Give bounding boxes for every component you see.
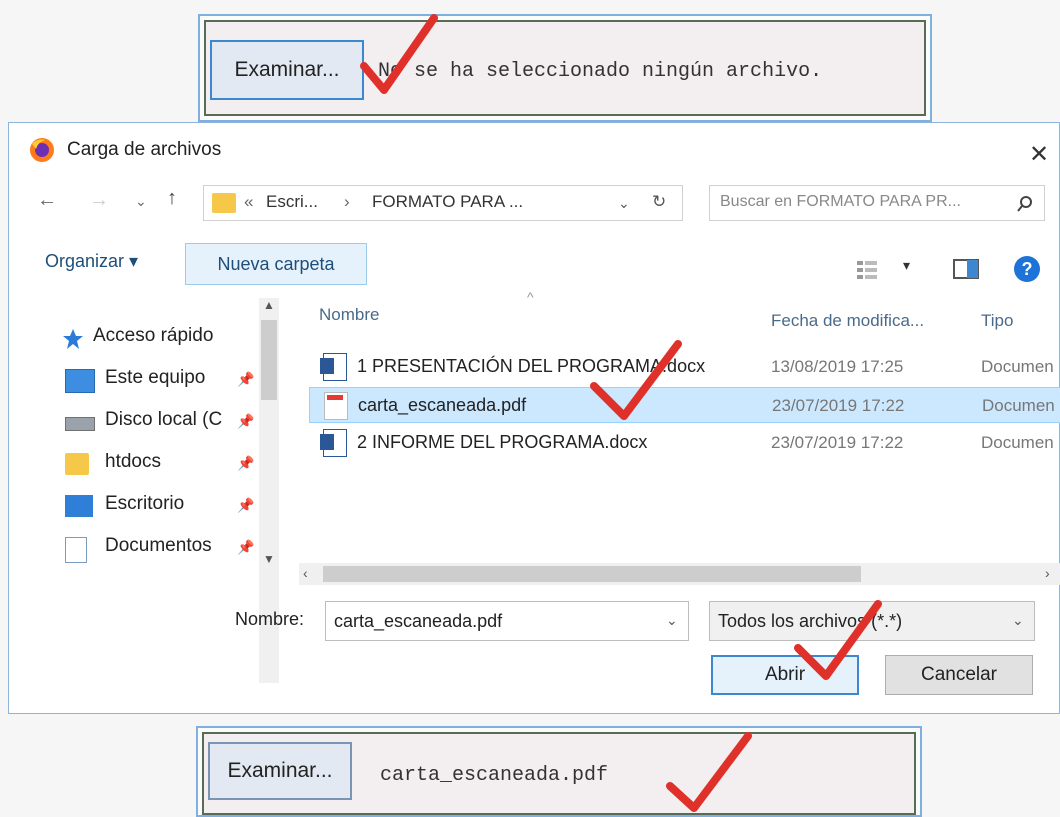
- search-placeholder: Buscar en FORMATO PARA PR...: [720, 193, 961, 210]
- breadcrumb-formato[interactable]: FORMATO PARA ...: [372, 192, 523, 212]
- column-header-type[interactable]: Tipo: [981, 311, 1013, 331]
- address-prefix: «: [244, 192, 254, 211]
- column-header-name[interactable]: Nombre: [319, 305, 379, 325]
- word-icon: [320, 353, 347, 381]
- star-icon: [63, 329, 83, 349]
- file-type-filter[interactable]: Todos los archivos (*.*) ⌄: [709, 601, 1035, 641]
- svg-text:?: ?: [1022, 259, 1033, 279]
- cancel-button[interactable]: Cancelar: [885, 655, 1033, 695]
- pdf-icon: [324, 392, 348, 420]
- filename-dropdown-icon[interactable]: ⌄: [666, 612, 678, 629]
- back-arrow-icon[interactable]: ←: [37, 189, 57, 212]
- sidebar-label-documents: Documentos: [105, 535, 212, 556]
- file-date: 13/08/2019 17:25: [771, 357, 904, 376]
- file-row[interactable]: 2 INFORME DEL PROGRAMA.docx 23/07/2019 1…: [309, 425, 1060, 461]
- filter-dropdown-icon[interactable]: ⌄: [1012, 612, 1024, 629]
- pin-icon: 📌: [237, 455, 255, 471]
- pin-icon: 📌: [237, 497, 255, 513]
- forward-arrow-icon[interactable]: →: [89, 189, 109, 212]
- recent-dropdown-icon[interactable]: ⌄: [135, 193, 147, 210]
- organize-menu[interactable]: Organizar ▾: [45, 251, 138, 272]
- sidebar-label-htdocs: htdocs: [105, 451, 161, 472]
- file-type: Documen: [981, 433, 1054, 452]
- top-browse-button[interactable]: Examinar...: [210, 40, 364, 100]
- file-type-filter-value: Todos los archivos (*.*): [718, 611, 903, 631]
- folder-icon: [212, 193, 236, 213]
- desktop-icon: [65, 495, 93, 517]
- close-icon[interactable]: ✕: [1029, 143, 1049, 167]
- breadcrumb-escritorio[interactable]: Escri...: [266, 192, 318, 212]
- help-icon[interactable]: ?: [1013, 255, 1041, 283]
- file-name: 1 PRESENTACIÓN DEL PROGRAMA.docx: [357, 356, 706, 376]
- top-file-input-frame: Examinar... No se ha seleccionado ningún…: [204, 20, 926, 116]
- sort-ascending-icon: ^: [527, 289, 534, 305]
- firefox-logo-icon: [30, 138, 54, 162]
- file-list-scroll-thumb[interactable]: [323, 566, 861, 582]
- dialog-title: Carga de archivos: [67, 139, 222, 160]
- sidebar-scroll-thumb[interactable]: [261, 320, 277, 400]
- sidebar-label-quick-access: Acceso rápido: [93, 325, 214, 346]
- up-arrow-icon[interactable]: ↑: [167, 187, 177, 210]
- pin-icon: 📌: [237, 539, 255, 555]
- top-no-file-text: No se ha seleccionado ningún archivo.: [378, 60, 823, 83]
- preview-pane-icon[interactable]: [953, 259, 979, 279]
- file-upload-dialog: Carga de archivos ✕ ← → ⌄ ↑ « Escri... ›…: [8, 122, 1060, 714]
- new-folder-button[interactable]: Nueva carpeta: [185, 243, 367, 285]
- file-date: 23/07/2019 17:22: [772, 396, 905, 415]
- file-type: Documen: [981, 357, 1054, 376]
- file-date: 23/07/2019 17:22: [771, 433, 904, 452]
- top-file-input: Examinar... No se ha seleccionado ningún…: [198, 14, 932, 122]
- scroll-left-icon[interactable]: ‹: [303, 565, 308, 581]
- view-dropdown-icon[interactable]: ▾: [903, 257, 910, 274]
- file-list-scrollbar[interactable]: ‹ ›: [299, 563, 1060, 585]
- folder-icon: [65, 453, 89, 475]
- address-dropdown-icon[interactable]: ⌄: [618, 195, 630, 212]
- view-options-icon[interactable]: [857, 259, 889, 279]
- documents-icon: [65, 537, 87, 563]
- scroll-right-icon[interactable]: ›: [1045, 565, 1050, 581]
- file-name: carta_escaneada.pdf: [358, 395, 527, 415]
- file-name: 2 INFORME DEL PROGRAMA.docx: [357, 432, 648, 452]
- filename-label: Nombre:: [235, 609, 305, 629]
- pin-icon: 📌: [237, 371, 255, 387]
- pin-icon: 📌: [237, 413, 255, 429]
- file-row[interactable]: 1 PRESENTACIÓN DEL PROGRAMA.docx 13/08/2…: [309, 349, 1060, 385]
- breadcrumb-separator: ›: [344, 192, 350, 211]
- bottom-file-input: Examinar... carta_escaneada.pdf: [196, 726, 922, 817]
- column-header-date[interactable]: Fecha de modifica...: [771, 311, 924, 331]
- sidebar-label-this-pc: Este equipo: [105, 367, 206, 388]
- file-type: Documen: [982, 396, 1055, 415]
- search-icon: [1017, 196, 1032, 212]
- filename-input[interactable]: carta_escaneada.pdf ⌄: [325, 601, 689, 641]
- address-bar[interactable]: « Escri... › FORMATO PARA ... ⌄ ↻: [203, 185, 683, 221]
- bottom-selected-file-text: carta_escaneada.pdf: [380, 764, 609, 787]
- refresh-icon[interactable]: ↻: [652, 192, 666, 212]
- filename-value: carta_escaneada.pdf: [334, 611, 503, 631]
- word-icon: [320, 429, 347, 457]
- computer-icon: [65, 369, 95, 393]
- bottom-browse-button[interactable]: Examinar...: [208, 742, 352, 800]
- sidebar-label-local-disk: Disco local (C: [105, 409, 223, 430]
- sidebar-label-desktop: Escritorio: [105, 493, 185, 514]
- scroll-up-icon[interactable]: ▲: [263, 298, 275, 312]
- search-box[interactable]: Buscar en FORMATO PARA PR...: [709, 185, 1045, 221]
- drive-icon: [65, 417, 95, 431]
- scroll-down-icon[interactable]: ▼: [263, 552, 275, 566]
- open-button[interactable]: Abrir: [711, 655, 859, 695]
- file-row-selected[interactable]: carta_escaneada.pdf 23/07/2019 17:22 Doc…: [309, 387, 1060, 423]
- bottom-file-input-frame: Examinar... carta_escaneada.pdf: [202, 732, 916, 815]
